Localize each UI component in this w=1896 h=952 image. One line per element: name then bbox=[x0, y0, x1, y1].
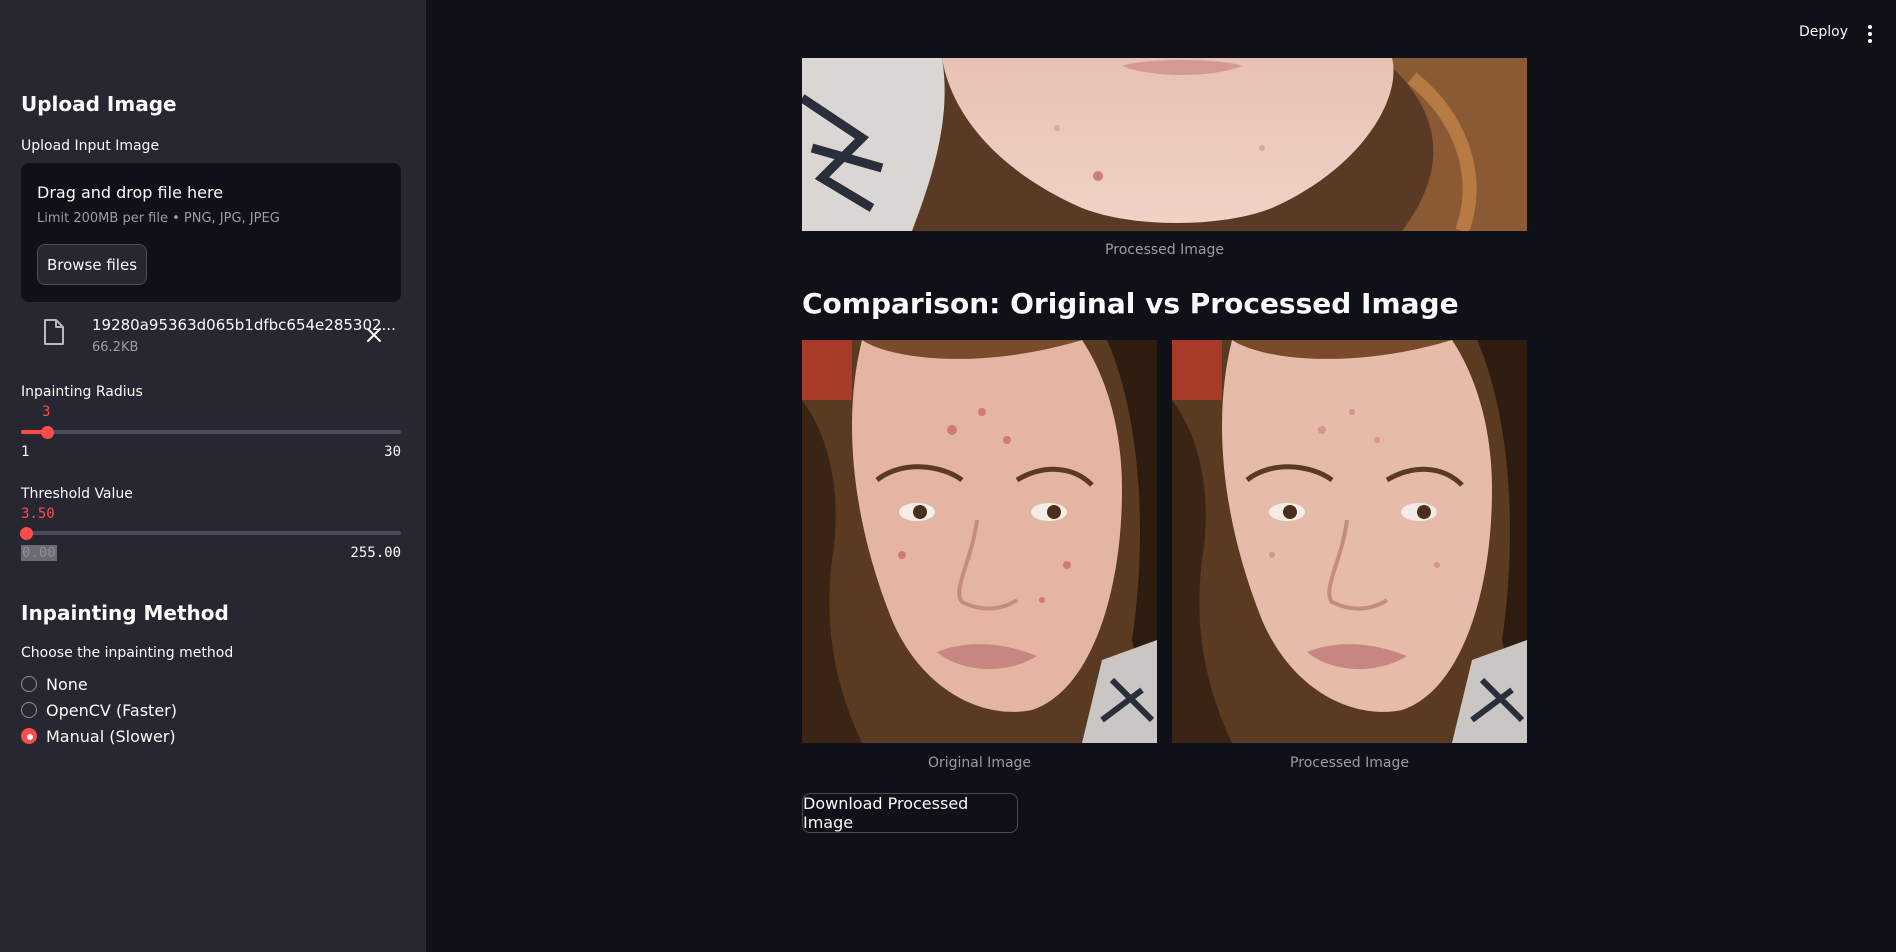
radio-manual[interactable]: Manual (Slower) bbox=[21, 725, 176, 747]
radio-opencv[interactable]: OpenCV (Faster) bbox=[21, 699, 177, 721]
threshold-track[interactable] bbox=[21, 531, 401, 535]
threshold-max: 255.00 bbox=[350, 545, 401, 561]
file-size: 66.2KB bbox=[92, 340, 139, 355]
sidebar: Upload Image Upload Input Image Drag and… bbox=[0, 0, 426, 952]
radio-button[interactable] bbox=[21, 676, 37, 692]
processed-image-top bbox=[802, 58, 1527, 231]
dropzone-title: Drag and drop file here bbox=[37, 183, 224, 202]
face-photo bbox=[802, 340, 1157, 743]
radio-label: OpenCV (Faster) bbox=[46, 700, 177, 720]
original-image bbox=[802, 340, 1157, 743]
radio-label: Manual (Slower) bbox=[46, 726, 176, 746]
threshold-handle[interactable] bbox=[20, 527, 33, 540]
radius-label: Inpainting Radius bbox=[21, 384, 143, 400]
file-name: 19280a95363d065b1dfbc654e285302... bbox=[92, 316, 396, 334]
upload-heading: Upload Image bbox=[21, 92, 177, 116]
dropzone-limit: Limit 200MB per file • PNG, JPG, JPEG bbox=[37, 211, 280, 226]
radio-button[interactable] bbox=[21, 702, 37, 718]
radius-track[interactable] bbox=[21, 430, 401, 434]
threshold-min: 0.00 bbox=[21, 545, 57, 561]
radius-handle[interactable] bbox=[41, 426, 54, 439]
threshold-slider[interactable]: 3.50 0.00 255.00 bbox=[20, 506, 401, 566]
radius-max: 30 bbox=[384, 444, 401, 460]
download-button[interactable]: Download Processed Image bbox=[802, 793, 1018, 833]
upload-label: Upload Input Image bbox=[21, 138, 160, 154]
processed-image bbox=[1172, 340, 1527, 743]
radius-value: 3 bbox=[42, 404, 51, 420]
radio-none[interactable]: None bbox=[21, 673, 88, 695]
comparison-title: Comparison: Original vs Processed Image bbox=[802, 287, 1459, 320]
top-image-caption: Processed Image bbox=[1105, 242, 1224, 258]
processed-caption: Processed Image bbox=[1290, 755, 1409, 771]
browse-files-button[interactable]: Browse files bbox=[37, 244, 147, 285]
file-dropzone[interactable]: Drag and drop file here Limit 200MB per … bbox=[21, 163, 401, 302]
deploy-button[interactable]: Deploy bbox=[1799, 24, 1848, 40]
face-photo bbox=[802, 58, 1527, 231]
radio-label: None bbox=[46, 674, 88, 694]
threshold-value: 3.50 bbox=[21, 506, 55, 522]
method-label: Choose the inpainting method bbox=[21, 645, 234, 661]
original-caption: Original Image bbox=[927, 755, 1032, 771]
method-heading: Inpainting Method bbox=[21, 601, 229, 625]
radius-min: 1 bbox=[21, 444, 30, 460]
face-photo bbox=[1172, 340, 1527, 743]
uploaded-file: 19280a95363d065b1dfbc654e285302... 66.2K… bbox=[21, 310, 401, 360]
more-menu-icon[interactable] bbox=[1862, 24, 1878, 44]
radius-slider[interactable]: 3 1 30 bbox=[21, 404, 401, 464]
close-icon[interactable] bbox=[362, 323, 386, 347]
file-icon bbox=[44, 319, 64, 345]
radio-button[interactable] bbox=[21, 728, 37, 744]
threshold-label: Threshold Value bbox=[21, 486, 133, 502]
